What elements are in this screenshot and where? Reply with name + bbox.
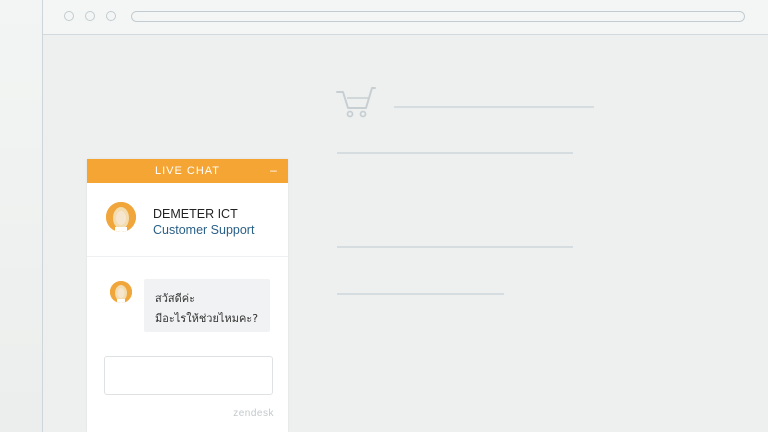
message-text-line: สวัสดีค่ะ [155,292,196,305]
window-minimize-dot[interactable] [85,11,95,21]
agent-info: DEMETER ICT Customer Support [87,183,288,257]
live-chat-widget: LIVE CHAT – DEMETER ICT Customer Support… [87,159,288,432]
message-input[interactable] [104,356,273,395]
placeholder-line [337,152,573,154]
window-maximize-dot[interactable] [106,11,116,21]
placeholder-line [337,246,573,248]
window-close-dot[interactable] [64,11,74,21]
zendesk-brand[interactable]: zendesk [233,408,274,419]
shopping-cart-icon [336,87,376,118]
placeholder-line [337,293,504,295]
chat-title: LIVE CHAT [154,165,221,177]
agent-avatar [106,202,136,232]
message-text-line: มีอะไรให้ช่วยไหมคะ? [155,312,259,325]
placeholder-line [394,106,594,108]
message-bubble: สวัสดีค่ะ มีอะไรให้ช่วยไหมคะ? [144,279,270,332]
chat-header[interactable]: LIVE CHAT – [87,159,288,183]
browser-toolbar [43,0,768,35]
minimize-icon[interactable]: – [268,159,280,183]
agent-name: DEMETER ICT [153,207,238,221]
address-bar[interactable] [131,11,745,22]
agent-role: Customer Support [153,223,255,237]
message-avatar [110,281,132,303]
